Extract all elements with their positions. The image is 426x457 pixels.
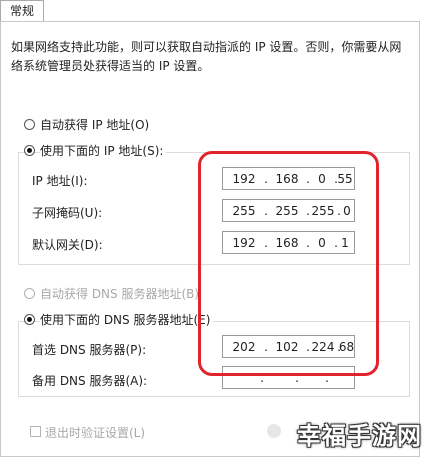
manual-dns-label: 使用下面的 DNS 服务器地址(E) xyxy=(40,311,214,328)
auto-dns-label: 自动获得 DNS 服务器地址(B) xyxy=(40,287,200,301)
validate-on-exit-checkbox[interactable] xyxy=(30,426,41,437)
description-text: 如果网络支持此功能，则可以获取自动指派的 IP 设置。否则，你需要从网络系统管理… xyxy=(11,40,402,73)
manual-dns-radio[interactable] xyxy=(24,314,35,325)
alternate-dns-label: 备用 DNS 服务器(A): xyxy=(32,374,148,388)
auto-dns-radio[interactable] xyxy=(24,288,35,299)
subnet-mask-label: 子网掩码(U): xyxy=(32,206,103,220)
manual-ip-radio[interactable] xyxy=(24,145,35,156)
watermark-text: 幸福手游网 xyxy=(297,422,422,450)
tab-strip: 常规 xyxy=(0,0,426,22)
gateway-label: 默认网关(D): xyxy=(32,238,103,252)
manual-ip-label: 使用下面的 IP 地址(S): xyxy=(40,142,167,159)
highlight-annotation xyxy=(198,151,379,376)
tab-general[interactable]: 常规 xyxy=(0,0,44,22)
ip-address-label: IP 地址(I): xyxy=(32,174,88,188)
preferred-dns-label: 首选 DNS 服务器(P): xyxy=(32,343,147,357)
watermark-logo-icon xyxy=(267,424,281,438)
auto-ip-radio[interactable] xyxy=(24,119,35,130)
auto-ip-label: 自动获得 IP 地址(O) xyxy=(40,118,150,132)
validate-on-exit-label: 退出时验证设置(L) xyxy=(45,426,146,440)
